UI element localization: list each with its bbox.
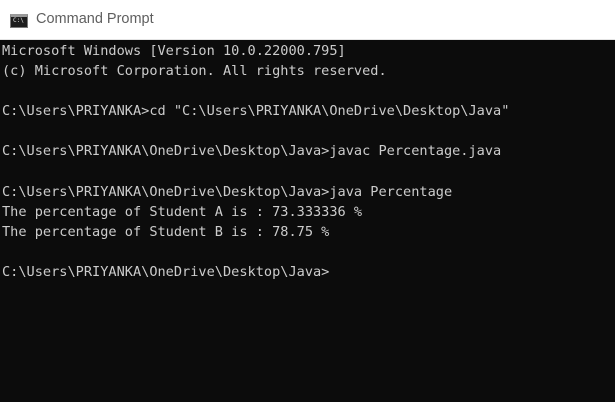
icon-prompt-glyph: C:\ (13, 17, 24, 24)
console-line: The percentage of Student B is : 78.75 % (2, 223, 330, 240)
console-line: The percentage of Student A is : 73.3333… (2, 203, 363, 220)
cmd-console-icon: C:\ (10, 14, 28, 28)
console-output[interactable]: Microsoft Windows [Version 10.0.22000.79… (2, 41, 613, 402)
console-line: C:\Users\PRIYANKA>cd "C:\Users\PRIYANKA\… (2, 103, 510, 120)
console-line: C:\Users\PRIYANKA\OneDrive\Desktop\Java>… (2, 183, 453, 200)
console-line: Microsoft Windows [Version 10.0.22000.79… (2, 43, 346, 59)
console-line: (c) Microsoft Corporation. All rights re… (2, 63, 387, 80)
window-title: Command Prompt (36, 11, 154, 27)
command-prompt-window: C:\ Command Prompt Microsoft Windows [Ve… (0, 0, 615, 402)
title-bar[interactable]: C:\ Command Prompt (0, 0, 615, 40)
console-line: C:\Users\PRIYANKA\OneDrive\Desktop\Java>… (2, 143, 502, 160)
console-prompt-line[interactable]: C:\Users\PRIYANKA\OneDrive\Desktop\Java> (2, 262, 613, 282)
